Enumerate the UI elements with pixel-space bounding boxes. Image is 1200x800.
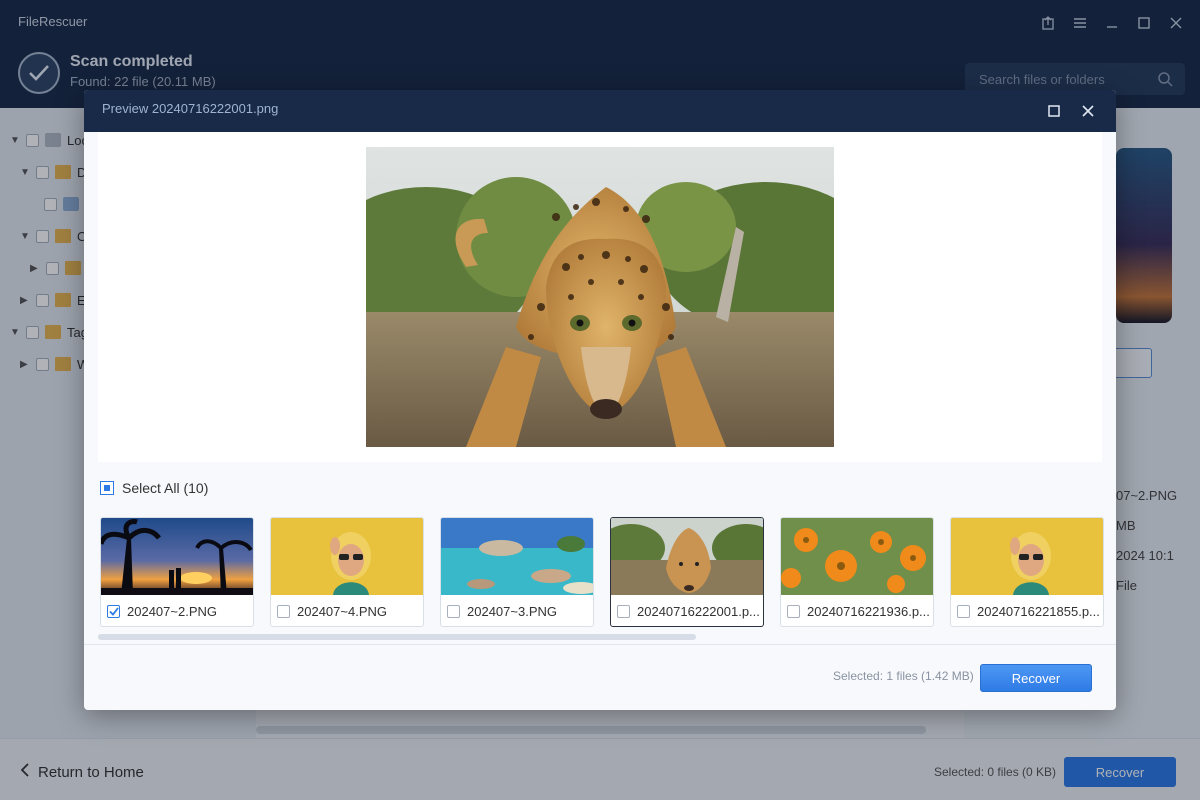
thumbnail-item[interactable]: 202407~4.PNG [270,517,424,627]
thumbnail-filename: 202407~4.PNG [297,603,387,619]
thumbnail-checkbox[interactable] [957,604,970,618]
thumbnail-item[interactable]: 20240716221936.p... [780,517,934,627]
preview-dialog-title: Preview 20240716222001.png [102,101,279,116]
thumbnail-image [441,518,593,595]
preview-selected-summary: Selected: 1 files (1.42 MB) [833,669,974,683]
thumbnail-caption: 20240716222001.p... [611,595,763,626]
thumbnail-image [951,518,1103,595]
thumbnail-item[interactable]: 20240716222001.p... [610,517,764,627]
preview-recover-button[interactable]: Recover [980,664,1092,692]
thumbnail-caption: 20240716221855.p... [951,595,1103,626]
thumbnail-image [611,518,763,595]
thumbnail-item[interactable]: 202407~3.PNG [440,517,594,627]
thumbnail-checkbox[interactable] [787,604,800,618]
thumbnail-filename: 202407~2.PNG [127,603,217,619]
thumbnail-image [271,518,423,595]
preview-dialog: Preview 20240716222001.png Select All (1… [84,90,1116,710]
thumbnail-scrollbar[interactable] [98,634,696,640]
preview-image [366,147,834,447]
thumbnail-filename: 20240716221855.p... [977,603,1100,619]
thumbnail-checkbox[interactable] [107,604,120,618]
select-all[interactable]: Select All (10) [100,480,208,496]
thumbnail-checkbox[interactable] [617,604,630,618]
thumbnail-filename: 20240716221936.p... [807,603,930,619]
select-all-label: Select All (10) [122,480,209,496]
select-all-checkbox[interactable] [100,481,114,495]
thumbnail-filename: 202407~3.PNG [467,603,557,619]
thumbnail-item[interactable]: 202407~2.PNG [100,517,254,627]
divider [84,644,1116,645]
thumbnail-filename: 20240716222001.p... [637,603,760,619]
close-icon[interactable] [1078,100,1098,122]
maximize-icon[interactable] [1044,100,1064,122]
thumbnail-checkbox[interactable] [277,604,290,618]
thumbnail-image [101,518,253,595]
preview-dialog-header: Preview 20240716222001.png [84,90,1116,132]
thumbnail-checkbox[interactable] [447,604,460,618]
thumbnail-image [781,518,933,595]
thumbnail-item[interactable]: 20240716221855.p... [950,517,1104,627]
thumbnail-strip: 202407~2.PNG 202407~4.PNG 202407~3.PNG 2… [100,517,1104,627]
thumbnail-caption: 202407~2.PNG [101,595,253,626]
preview-dialog-controls [1044,100,1098,122]
thumbnail-caption: 202407~3.PNG [441,595,593,626]
thumbnail-caption: 20240716221936.p... [781,595,933,626]
thumbnail-caption: 202407~4.PNG [271,595,423,626]
